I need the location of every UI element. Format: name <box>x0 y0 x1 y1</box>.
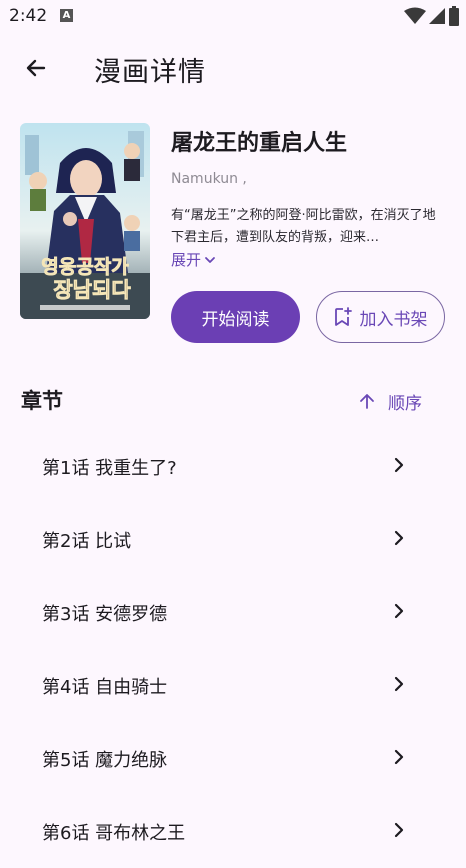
chevron-right-icon <box>394 676 404 692</box>
chapter-item[interactable]: 第4话 自由骑士 <box>0 649 466 722</box>
arrow-up-icon <box>360 394 374 409</box>
back-button[interactable] <box>20 52 52 84</box>
notification-badge-icon: A <box>60 9 73 22</box>
chevron-right-icon <box>394 530 404 546</box>
comic-description: 有“屠龙王”之称的阿登·阿比雷欧，在消灭了地下君主后，遭到队友的背叛，迎来… <box>171 208 436 245</box>
sort-order-button[interactable]: 顺序 <box>352 381 442 421</box>
arrow-back-icon <box>26 59 46 77</box>
wifi-icon <box>404 7 426 24</box>
add-to-shelf-label: 加入书架 <box>359 309 428 330</box>
chevron-right-icon <box>394 822 404 838</box>
signal-icon <box>429 8 445 24</box>
status-time: 2:42 <box>9 6 48 26</box>
status-icons <box>404 6 460 26</box>
chapter-item[interactable]: 第1话 我重生了? <box>0 430 466 503</box>
battery-icon <box>449 6 459 26</box>
bookmark-add-icon <box>334 307 352 326</box>
app-bar: 漫画详情 <box>0 36 466 100</box>
page-title: 漫画详情 <box>94 57 206 88</box>
chevron-right-icon <box>394 749 404 765</box>
start-reading-label: 开始阅读 <box>201 309 270 330</box>
chapter-item[interactable]: 第2话 比试 <box>0 503 466 576</box>
chapter-item[interactable]: 第5话 魔力绝脉 <box>0 722 466 795</box>
chapter-list: 第1话 我重生了? 第2话 比试 第3话 安德罗德 第4话 自由骑士 第5话 魔… <box>0 430 466 868</box>
chapter-item[interactable]: 第6话 哥布林之王 <box>0 795 466 868</box>
cover-image: 영웅공작가 장남되다 <box>20 123 150 319</box>
comic-title: 屠龙王的重启人生 <box>171 131 348 156</box>
expand-description-button[interactable]: 展开 <box>171 249 216 270</box>
chapter-title: 第5话 魔力绝脉 <box>42 750 168 771</box>
cover-title-top: 영웅공작가 <box>41 256 129 278</box>
chapter-title: 第2话 比试 <box>42 531 132 552</box>
chevron-right-icon <box>394 457 404 473</box>
chevron-right-icon <box>394 603 404 619</box>
expand-label: 展开 <box>171 251 202 269</box>
chapters-heading: 章节 <box>21 389 63 413</box>
chevron-down-icon <box>205 256 215 263</box>
cover-title-bottom: 장남되다 <box>53 278 131 302</box>
comic-cover: 영웅공작가 장남되다 <box>20 123 150 319</box>
chapter-item[interactable]: 第3话 安德罗德 <box>0 576 466 649</box>
chapter-title: 第3话 安德罗德 <box>42 604 168 625</box>
chapter-title: 第4话 自由骑士 <box>42 677 168 698</box>
chapter-title: 第1话 我重生了? <box>42 458 177 479</box>
start-reading-button[interactable]: 开始阅读 <box>171 291 300 343</box>
sort-order-label: 顺序 <box>388 393 422 414</box>
comic-author: Namukun , <box>171 171 247 187</box>
status-bar: 2:42 A <box>0 0 466 32</box>
add-to-shelf-button[interactable]: 加入书架 <box>316 291 445 343</box>
chapter-title: 第6话 哥布林之王 <box>42 823 186 844</box>
